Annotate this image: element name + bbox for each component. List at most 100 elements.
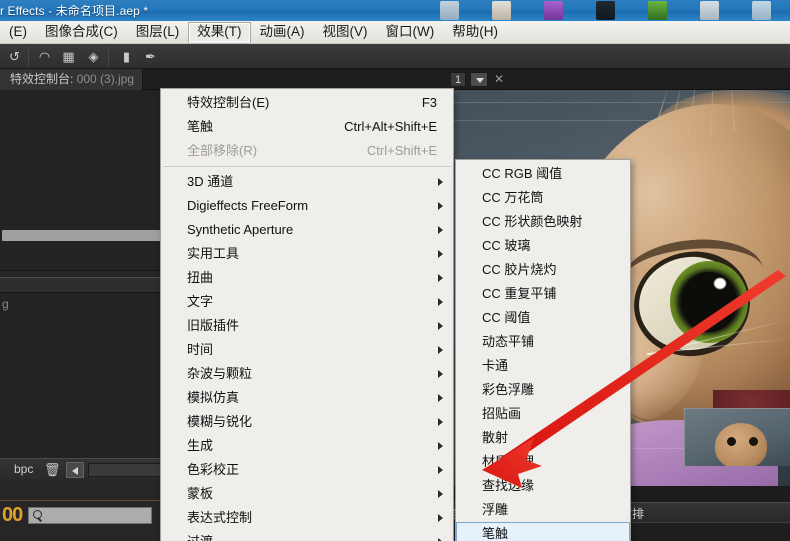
menu-item-obsolete[interactable]: 旧版插件 bbox=[161, 314, 453, 338]
menu-item-expression-controls[interactable]: 表达式控制 bbox=[161, 506, 453, 530]
submenu-item-posterize[interactable]: 招贴画 bbox=[456, 402, 630, 426]
submenu-item-scatter[interactable]: 散射 bbox=[456, 426, 630, 450]
thumbnail-eye bbox=[727, 437, 736, 446]
menu-layer[interactable]: 图层(L) bbox=[127, 22, 189, 43]
menu-item-label: 实用工具 bbox=[187, 246, 240, 261]
timecode-display[interactable]: 00 bbox=[2, 504, 23, 527]
menu-item-label: 卡通 bbox=[482, 358, 509, 373]
menu-item-label: 查找边缘 bbox=[482, 478, 535, 493]
viewer-tabbar: 1 ✕ bbox=[448, 69, 790, 90]
menu-item-label: 旧版插件 bbox=[187, 318, 240, 333]
submenu-arrow-icon bbox=[438, 346, 443, 354]
menu-item-text[interactable]: 文字 bbox=[161, 290, 453, 314]
menu-item-shortcut: F3 bbox=[421, 95, 437, 110]
menu-item-label: 浮雕 bbox=[482, 502, 509, 517]
submenu-item-motion-tile[interactable]: 动态平铺 bbox=[456, 330, 630, 354]
trash-icon[interactable]: 🗑 bbox=[44, 462, 61, 477]
menu-item-matte[interactable]: 蒙板 bbox=[161, 482, 453, 506]
menu-item-label: 3D 通道 bbox=[187, 174, 234, 189]
submenu-item-color-emboss[interactable]: 彩色浮雕 bbox=[456, 378, 630, 402]
menu-view[interactable]: 视图(V) bbox=[314, 22, 377, 43]
menu-item-color-correction[interactable]: 色彩校正 bbox=[161, 458, 453, 482]
submenu-item-emboss[interactable]: 浮雕 bbox=[456, 498, 630, 522]
menu-item-blur-sharpen[interactable]: 模糊与锐化 bbox=[161, 410, 453, 434]
submenu-item-find-edges[interactable]: 查找边缘 bbox=[456, 474, 630, 498]
menu-item-time[interactable]: 时间 bbox=[161, 338, 453, 362]
stylize-submenu: CC RGB 阈值 CC 万花筒 CC 形状颜色映射 CC 玻璃 CC 胶片烧灼… bbox=[455, 159, 631, 541]
menu-item-shortcut: Ctrl+Shift+E bbox=[366, 143, 437, 158]
artwork-eye-glint bbox=[714, 278, 726, 289]
submenu-item-brush-strokes[interactable]: 笔触 bbox=[456, 522, 630, 541]
submenu-item-cc-burn-film[interactable]: CC 胶片烧灼 bbox=[456, 258, 630, 282]
menu-window[interactable]: 窗口(W) bbox=[377, 22, 444, 43]
search-input[interactable] bbox=[28, 507, 152, 524]
submenu-arrow-icon bbox=[438, 442, 443, 450]
submenu-arrow-icon bbox=[438, 250, 443, 258]
menu-item-distort[interactable]: 扭曲 bbox=[161, 266, 453, 290]
back-arrow-icon[interactable] bbox=[66, 462, 84, 478]
submenu-item-cc-glass[interactable]: CC 玻璃 bbox=[456, 234, 630, 258]
camera-icon[interactable]: ▦ bbox=[60, 48, 77, 65]
pen-tool-icon[interactable]: ✒ bbox=[142, 48, 159, 65]
desktop-icon bbox=[596, 1, 615, 20]
chevron-down-icon[interactable] bbox=[470, 72, 488, 87]
menu-item-label: 杂波与颗粒 bbox=[187, 366, 253, 381]
menu-item-label: CC 胶片烧灼 bbox=[482, 262, 557, 277]
menu-item-3d-channel[interactable]: 3D 通道 bbox=[161, 170, 453, 194]
menu-effect[interactable]: 效果(T) bbox=[188, 21, 251, 43]
submenu-arrow-icon bbox=[438, 418, 443, 426]
submenu-arrow-icon bbox=[438, 226, 443, 234]
menu-item-label: 全部移除(R) bbox=[187, 143, 258, 158]
menu-item-label: 扭曲 bbox=[187, 270, 214, 285]
zoom-value-field[interactable]: 1 bbox=[450, 72, 466, 87]
menu-item-label: 生成 bbox=[187, 438, 214, 453]
submenu-item-cc-threshold[interactable]: CC 阈值 bbox=[456, 306, 630, 330]
desktop-icon bbox=[544, 1, 563, 20]
menu-edit[interactable]: (E) bbox=[0, 22, 36, 43]
submenu-item-cc-rgb-threshold[interactable]: CC RGB 阈值 bbox=[456, 162, 630, 186]
close-icon[interactable]: ✕ bbox=[493, 72, 505, 86]
submenu-arrow-icon bbox=[438, 178, 443, 186]
bit-depth-label[interactable]: bpc bbox=[14, 462, 33, 476]
menu-item-label: 文字 bbox=[187, 294, 214, 309]
menu-item-utility[interactable]: 实用工具 bbox=[161, 242, 453, 266]
desktop-icon bbox=[440, 1, 459, 20]
tab-effect-controls[interactable]: 特效控制台: 000 (3).jpg bbox=[0, 69, 144, 90]
menu-item-generate[interactable]: 生成 bbox=[161, 434, 453, 458]
menu-item-label: CC 重复平铺 bbox=[482, 286, 557, 301]
menu-item-brush-strokes[interactable]: 笔触 Ctrl+Alt+Shift+E bbox=[161, 115, 453, 139]
submenu-arrow-icon bbox=[438, 202, 443, 210]
submenu-item-cc-kaleida[interactable]: CC 万花筒 bbox=[456, 186, 630, 210]
shape-tool-icon[interactable]: ▮ bbox=[118, 48, 135, 65]
submenu-item-cc-plastic[interactable]: CC 形状颜色映射 bbox=[456, 210, 630, 234]
undo-icon[interactable]: ↺ bbox=[6, 48, 23, 65]
menu-item-label: 特效控制台(E) bbox=[187, 95, 270, 110]
desktop-icon bbox=[648, 1, 667, 20]
menu-composition[interactable]: 图像合成(C) bbox=[36, 22, 127, 43]
menu-item-digieffects-freeform[interactable]: Digieffects FreeForm bbox=[161, 194, 453, 218]
effect-menu-dropdown: 特效控制台(E) F3 笔触 Ctrl+Alt+Shift+E 全部移除(R) … bbox=[160, 88, 454, 541]
menu-item-label: 笔触 bbox=[482, 526, 509, 541]
submenu-item-cartoon[interactable]: 卡通 bbox=[456, 354, 630, 378]
menu-item-label: CC 阈值 bbox=[482, 310, 531, 325]
rotation-icon[interactable]: ◠ bbox=[36, 48, 53, 65]
menu-item-transition[interactable]: 过渡 bbox=[161, 530, 453, 541]
pan-behind-icon[interactable]: ◈ bbox=[85, 48, 102, 65]
menu-item-noise-grain[interactable]: 杂波与颗粒 bbox=[161, 362, 453, 386]
menu-item-label: 材质纹理 bbox=[482, 454, 535, 469]
menu-animation[interactable]: 动画(A) bbox=[251, 22, 314, 43]
desktop-icon bbox=[492, 1, 511, 20]
menu-item-synthetic-aperture[interactable]: Synthetic Aperture bbox=[161, 218, 453, 242]
submenu-arrow-icon bbox=[438, 490, 443, 498]
desktop-icon bbox=[752, 1, 771, 20]
submenu-item-cc-repetile[interactable]: CC 重复平铺 bbox=[456, 282, 630, 306]
menu-item-label: CC 形状颜色映射 bbox=[482, 214, 583, 229]
menu-item-simulation[interactable]: 模拟仿真 bbox=[161, 386, 453, 410]
menu-item-effect-controls[interactable]: 特效控制台(E) F3 bbox=[161, 91, 453, 115]
tab-label: 特效控制台: bbox=[10, 72, 74, 86]
menu-item-label: 模拟仿真 bbox=[187, 390, 240, 405]
artwork-pupil bbox=[681, 272, 737, 332]
submenu-item-texturize[interactable]: 材质纹理 bbox=[456, 450, 630, 474]
menu-help[interactable]: 帮助(H) bbox=[443, 22, 507, 43]
window-title: r Effects - 未命名项目.aep * bbox=[0, 4, 149, 18]
